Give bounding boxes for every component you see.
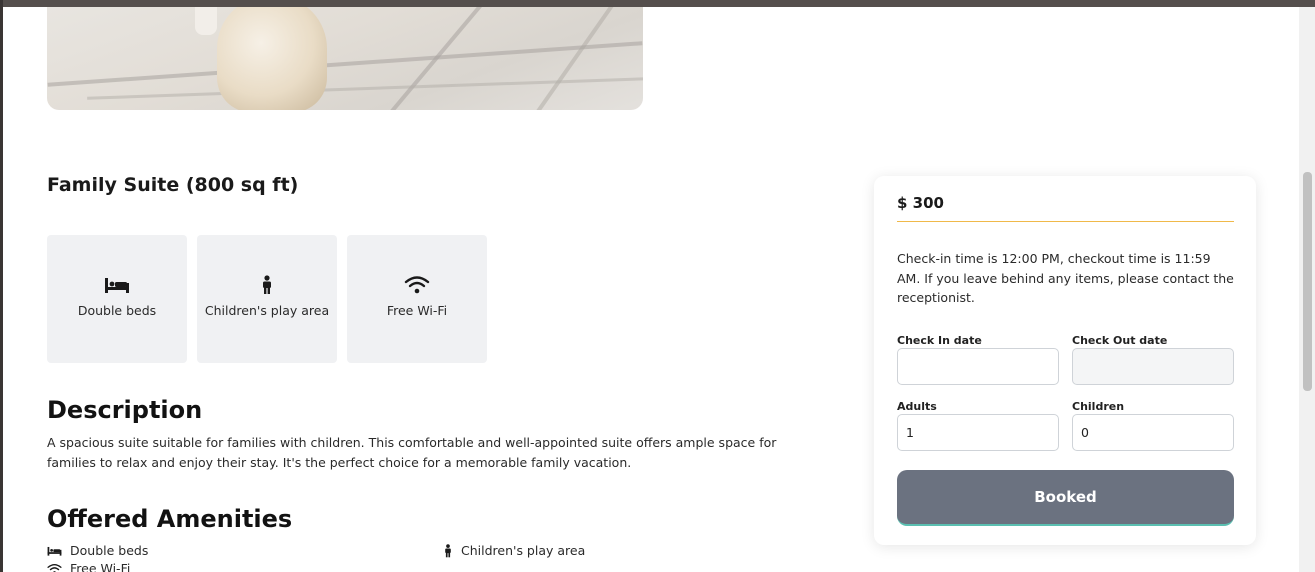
top-bar: [0, 0, 1315, 7]
bed-icon: [47, 546, 62, 556]
wifi-icon: [404, 276, 430, 294]
amenity-item: Children's play area: [443, 543, 585, 558]
check-in-date-input[interactable]: [897, 348, 1059, 385]
check-in-label: Check In date: [897, 334, 982, 347]
booked-button[interactable]: Booked: [897, 470, 1234, 526]
adults-input[interactable]: 1: [897, 414, 1059, 451]
amenity-item: Free Wi-Fi: [47, 561, 130, 572]
children-input[interactable]: 0: [1072, 414, 1234, 451]
price-divider: [897, 221, 1234, 222]
description-text: A spacious suite suitable for families w…: [47, 435, 777, 470]
checkin-policy: Check-in time is 12:00 PM, checkout time…: [897, 251, 1234, 305]
amenity-item: Double beds: [47, 543, 148, 558]
booking-card: $ 300 Check-in time is 12:00 PM, checkou…: [874, 176, 1256, 545]
price: $ 300: [897, 194, 944, 212]
scrollbar-thumb[interactable]: [1303, 172, 1312, 391]
feature-tile-double-beds: Double beds: [47, 235, 187, 363]
room-photo: [47, 7, 643, 110]
window-edge: [0, 0, 3, 572]
amenity-label: Free Wi-Fi: [70, 561, 131, 572]
scrollbar[interactable]: [1299, 7, 1315, 572]
room-title: Family Suite (800 sq ft): [47, 174, 299, 196]
check-out-label: Check Out date: [1072, 334, 1168, 347]
wifi-icon: [47, 563, 62, 572]
child-icon: [445, 543, 451, 557]
description-heading: Description: [47, 396, 203, 424]
child-icon: [263, 275, 271, 294]
check-out-date-input[interactable]: [1072, 348, 1234, 385]
feature-tile-wifi: Free Wi-Fi: [347, 235, 487, 363]
amenity-label: Children's play area: [461, 543, 586, 558]
amenity-label: Double beds: [70, 543, 149, 558]
adults-label: Adults: [897, 400, 937, 413]
feature-tile-play-area: Children's play area: [197, 235, 337, 363]
feature-label: Free Wi-Fi: [386, 303, 448, 318]
amenities-heading: Offered Amenities: [47, 505, 293, 533]
feature-label: Double beds: [77, 303, 157, 318]
feature-label: Children's play area: [204, 303, 330, 318]
children-label: Children: [1072, 400, 1125, 413]
bed-icon: [105, 278, 129, 293]
